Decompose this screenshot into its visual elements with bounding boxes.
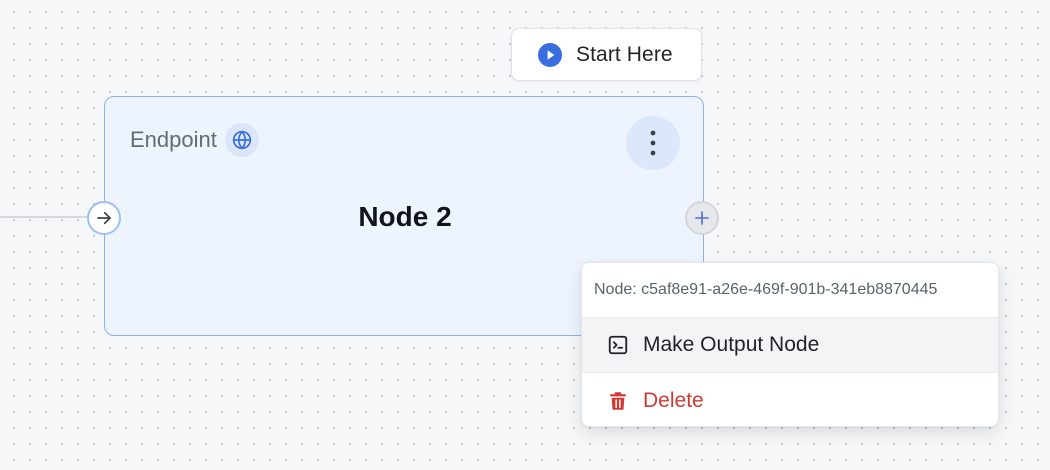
node-title: Node 2 <box>358 201 452 232</box>
node-menu-button[interactable] <box>626 116 680 170</box>
vertical-dots-icon <box>650 130 656 156</box>
workflow-canvas[interactable]: Start Here Endpoint Node 2 Node: c5af8e9… <box>0 0 1050 470</box>
node-input-handle[interactable] <box>87 201 121 235</box>
make-output-node-menu-item[interactable]: Make Output Node <box>582 318 998 373</box>
globe-icon <box>224 123 259 157</box>
incoming-edge <box>0 216 88 218</box>
node-context-menu: Node: c5af8e91-a26e-469f-901b-341eb88704… <box>581 262 999 427</box>
make-output-node-label: Make Output Node <box>643 333 820 356</box>
play-circle-icon <box>538 42 562 67</box>
delete-menu-item[interactable]: Delete <box>582 373 998 426</box>
trash-icon <box>610 391 626 410</box>
node-output-handle[interactable] <box>685 201 719 235</box>
terminal-icon <box>608 335 628 355</box>
arrow-right-icon <box>97 211 111 225</box>
plus-icon <box>695 211 709 225</box>
start-here-badge[interactable]: Start Here <box>511 28 702 81</box>
node-type-label: Endpoint <box>130 127 217 152</box>
delete-label: Delete <box>643 388 704 412</box>
start-here-label: Start Here <box>576 42 673 66</box>
node-type: Endpoint <box>130 123 259 157</box>
context-menu-node-id: Node: c5af8e91-a26e-469f-901b-341eb88704… <box>582 263 998 318</box>
